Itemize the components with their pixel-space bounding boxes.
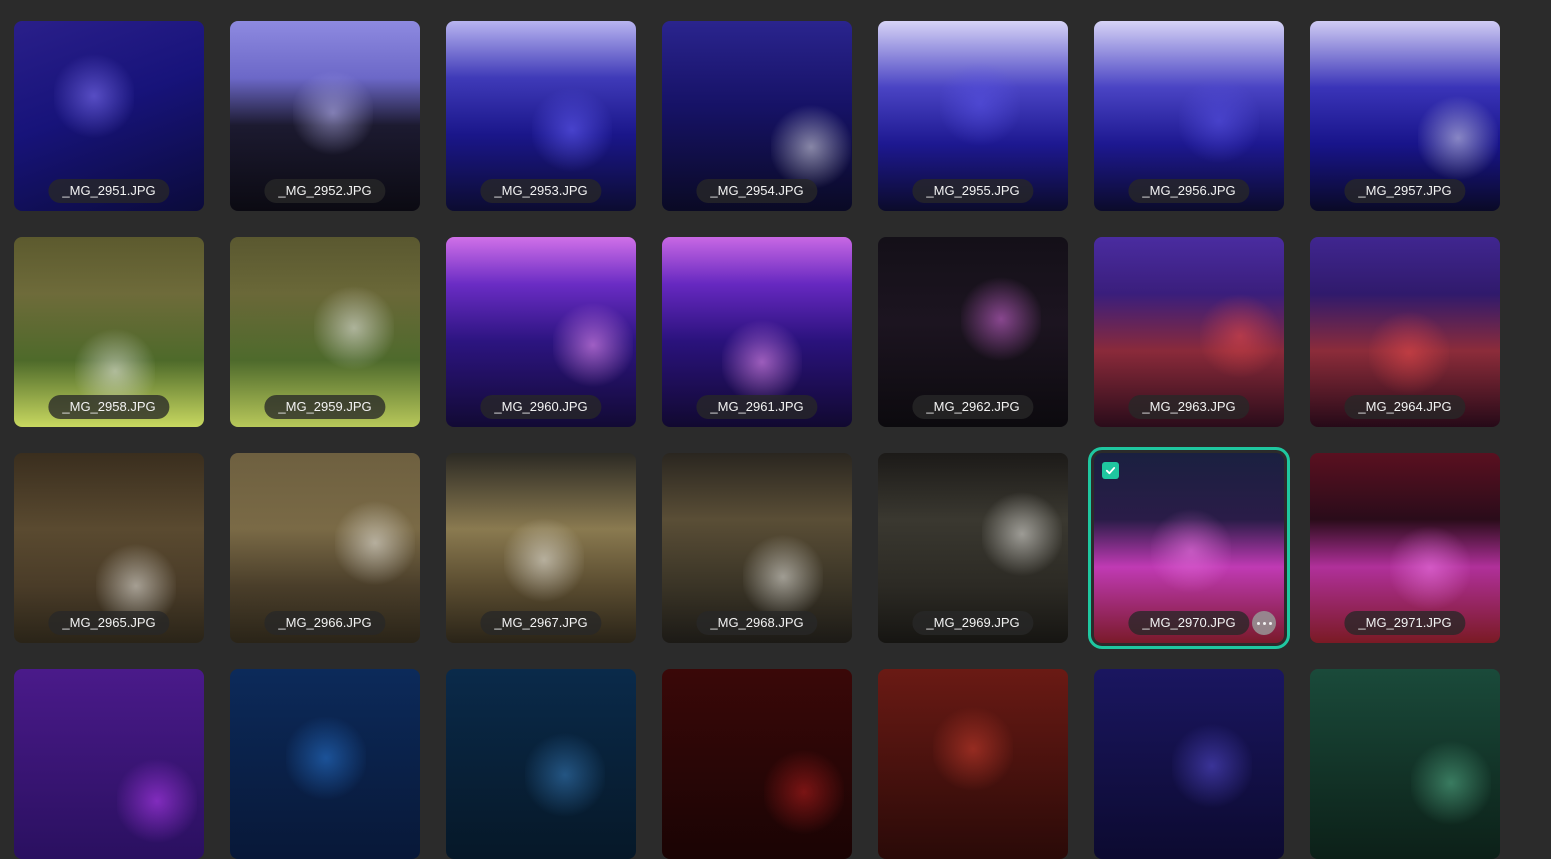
more-dots-icon [1256, 621, 1260, 625]
photo-tile[interactable]: _MG_2963.JPG [1094, 237, 1284, 427]
photo-tile[interactable] [1310, 669, 1500, 859]
photo-filename-label: _MG_2959.JPG [264, 395, 386, 419]
photo-filename-label: _MG_2958.JPG [48, 395, 170, 419]
photo-tile[interactable]: _MG_2966.JPG [230, 453, 420, 643]
thumbnail-highlight [1200, 291, 1280, 381]
thumbnail-highlight [117, 756, 197, 846]
thumbnail-highlight [982, 489, 1062, 579]
thumbnail-highlight [722, 317, 802, 407]
photo-filename-label: _MG_2965.JPG [48, 611, 170, 635]
photo-tile[interactable]: _MG_2971.JPG [1310, 453, 1500, 643]
thumbnail-highlight [1418, 93, 1498, 183]
photo-filename-label: _MG_2961.JPG [696, 395, 818, 419]
thumbnail-highlight [1151, 506, 1231, 596]
photo-tile[interactable]: _MG_2952.JPG [230, 21, 420, 211]
photo-filename-label: _MG_2955.JPG [912, 179, 1034, 203]
thumbnail-highlight [1369, 308, 1449, 398]
photo-tile[interactable]: _MG_2967.JPG [446, 453, 636, 643]
thumbnail-highlight [54, 51, 134, 141]
photo-tile[interactable]: _MG_2965.JPG [14, 453, 204, 643]
photo-filename-label: _MG_2957.JPG [1344, 179, 1466, 203]
photo-tile[interactable]: _MG_2962.JPG [878, 237, 1068, 427]
thumbnail-highlight [1172, 721, 1252, 811]
photo-grid: _MG_2951.JPG _MG_2952.JPG _MG_2953.JPG _MG_… [14, 21, 1500, 859]
photo-tile[interactable]: _MG_2968.JPG [662, 453, 852, 643]
thumbnail-highlight [532, 85, 612, 175]
thumbnail-highlight [286, 713, 366, 803]
more-dots-icon [1262, 621, 1266, 625]
more-options-button[interactable] [1252, 611, 1276, 635]
photo-filename-label: _MG_2968.JPG [696, 611, 818, 635]
photo-filename-label: _MG_2954.JPG [696, 179, 818, 203]
photo-filename-label: _MG_2970.JPG [1128, 611, 1250, 635]
thumbnail-highlight [933, 704, 1013, 794]
photo-filename-label: _MG_2963.JPG [1128, 395, 1250, 419]
thumbnail-highlight [314, 283, 394, 373]
photo-filename-label: _MG_2960.JPG [480, 395, 602, 419]
photo-tile[interactable]: _MG_2957.JPG [1310, 21, 1500, 211]
photo-tile[interactable]: _MG_2961.JPG [662, 237, 852, 427]
photo-filename-label: _MG_2964.JPG [1344, 395, 1466, 419]
photo-tile[interactable] [14, 669, 204, 859]
photo-tile[interactable] [662, 669, 852, 859]
photo-filename-label: _MG_2956.JPG [1128, 179, 1250, 203]
thumbnail-highlight [553, 300, 633, 390]
photo-filename-label: _MG_2962.JPG [912, 395, 1034, 419]
photo-filename-label: _MG_2969.JPG [912, 611, 1034, 635]
thumbnail-highlight [335, 498, 415, 588]
photo-filename-label: _MG_2951.JPG [48, 179, 170, 203]
thumbnail-highlight [940, 59, 1020, 149]
photo-thumbnail [230, 669, 420, 859]
photo-tile[interactable]: _MG_2969.JPG [878, 453, 1068, 643]
photo-tile[interactable]: _MG_2958.JPG [14, 237, 204, 427]
photo-tile[interactable]: _MG_2960.JPG [446, 237, 636, 427]
photo-thumbnail [1310, 669, 1500, 859]
photo-thumbnail [14, 669, 204, 859]
thumbnail-highlight [504, 515, 584, 605]
photo-filename-label: _MG_2971.JPG [1344, 611, 1466, 635]
thumbnail-highlight [961, 274, 1041, 364]
photo-thumbnail [446, 669, 636, 859]
photo-tile[interactable]: _MG_2951.JPG [14, 21, 204, 211]
photo-tile[interactable] [446, 669, 636, 859]
photo-tile[interactable] [878, 669, 1068, 859]
photo-tile[interactable]: _MG_2956.JPG [1094, 21, 1284, 211]
checkmark-icon [1105, 467, 1116, 475]
photo-filename-label: _MG_2953.JPG [480, 179, 602, 203]
photo-thumbnail [662, 669, 852, 859]
photo-filename-label: _MG_2967.JPG [480, 611, 602, 635]
thumbnail-highlight [1179, 76, 1259, 166]
photo-tile[interactable]: _MG_2970.JPG [1088, 447, 1290, 649]
thumbnail-highlight [743, 532, 823, 622]
thumbnail-highlight [1390, 523, 1470, 613]
more-dots-icon [1268, 621, 1272, 625]
photo-filename-label: _MG_2952.JPG [264, 179, 386, 203]
photo-thumbnail [1094, 669, 1284, 859]
photo-tile[interactable]: _MG_2954.JPG [662, 21, 852, 211]
thumbnail-highlight [293, 68, 373, 158]
photo-tile[interactable]: _MG_2964.JPG [1310, 237, 1500, 427]
thumbnail-highlight [525, 730, 605, 820]
photo-tile[interactable] [1094, 669, 1284, 859]
thumbnail-highlight [764, 747, 844, 837]
thumbnail-highlight [1411, 738, 1491, 828]
photo-filename-label: _MG_2966.JPG [264, 611, 386, 635]
photo-thumbnail [878, 669, 1068, 859]
photo-tile[interactable] [230, 669, 420, 859]
photo-tile[interactable]: _MG_2953.JPG [446, 21, 636, 211]
photo-tile[interactable]: _MG_2959.JPG [230, 237, 420, 427]
photo-tile[interactable]: _MG_2955.JPG [878, 21, 1068, 211]
select-checkbox[interactable] [1102, 462, 1119, 479]
